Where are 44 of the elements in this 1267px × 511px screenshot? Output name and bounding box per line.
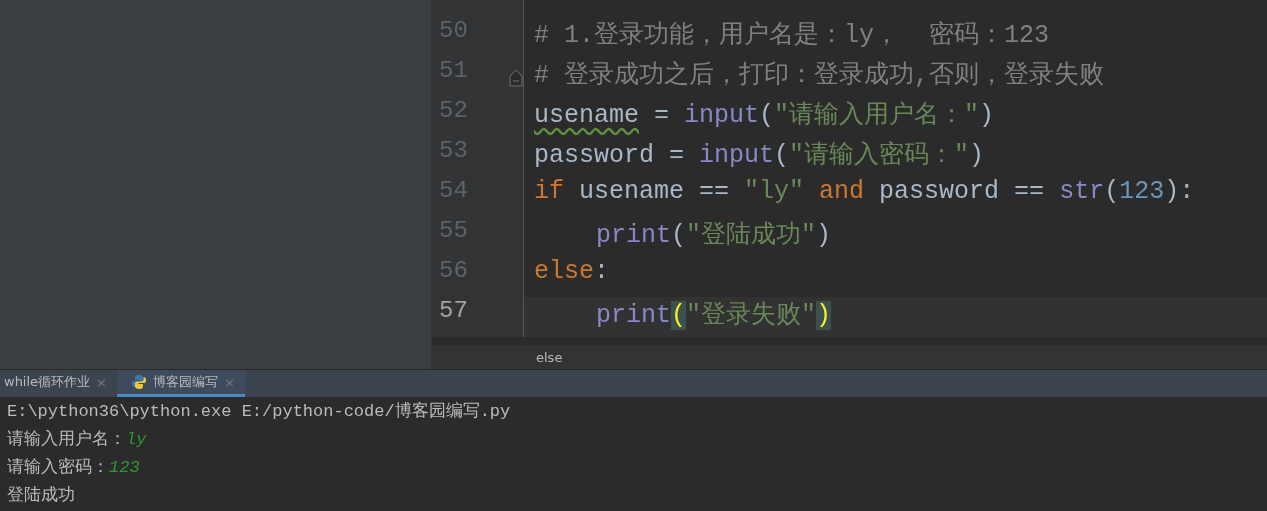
console-output: 请输入密码： <box>7 458 109 477</box>
matched-bracket: ) <box>816 301 832 330</box>
console-input-text: 123 <box>109 458 140 477</box>
fold-icon[interactable] <box>509 69 523 87</box>
run-tab[interactable]: 博客园编写 × <box>117 370 245 397</box>
matched-bracket: ( <box>671 301 687 330</box>
code-comment: # 1.登录功能，用户名是：ly， 密码：123 <box>534 21 1050 50</box>
code-string: "请输入用户名：" <box>774 101 980 130</box>
code-token: ) <box>979 101 995 130</box>
code-token: str <box>1059 177 1105 206</box>
console-output: 登陆成功 <box>7 486 75 505</box>
line-number: 57 <box>438 297 469 326</box>
code-token: ): <box>1164 177 1195 206</box>
code-token: ( <box>774 141 790 170</box>
code-token: input <box>699 141 775 170</box>
code-token: ) <box>816 221 832 250</box>
code-comment: # 登录成功之后，打印：登录成功,否则，登录失败 <box>534 61 1104 90</box>
code-token: password = <box>534 141 686 170</box>
code-token: password == <box>878 177 1046 206</box>
code-token: usename <box>534 101 640 130</box>
code-token: print <box>596 221 671 250</box>
code-token: ) <box>969 141 985 170</box>
code-string: "请输入密码：" <box>789 141 970 170</box>
console-input-text: ly <box>126 430 147 449</box>
code-keyword: if <box>534 177 564 206</box>
python-icon <box>131 374 147 390</box>
code-token: : <box>594 257 610 286</box>
console-output: 请输入用户名： <box>7 430 126 449</box>
code-token: input <box>684 101 760 130</box>
code-string: "登录失败" <box>686 301 817 330</box>
code-token: usename == <box>578 177 731 206</box>
code-string: "ly" <box>744 177 805 206</box>
code-token: ( <box>671 221 687 250</box>
code-token: ( <box>759 101 775 130</box>
code-token: print <box>596 301 671 330</box>
code-number: 123 <box>1119 177 1165 206</box>
code-keyword: else <box>534 257 594 286</box>
run-tab[interactable]: while循环作业 × <box>0 370 117 397</box>
breadcrumb[interactable]: else <box>536 349 563 365</box>
code-token: ( <box>1104 177 1120 206</box>
code-string: "登陆成功" <box>686 221 817 250</box>
code-token: = <box>653 101 671 130</box>
console-output: E:\python36\python.exe E:/python-code/博客园编写.py <box>7 402 511 421</box>
code-keyword: and <box>818 177 865 206</box>
